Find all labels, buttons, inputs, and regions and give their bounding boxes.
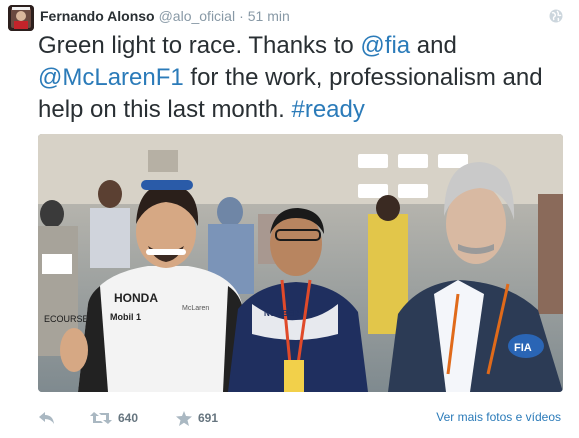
author-handle[interactable]: @alo_oficial <box>159 8 235 24</box>
banner-text: ECOURSE <box>44 314 89 324</box>
author-avatar[interactable] <box>8 5 34 31</box>
tweet-timestamp[interactable]: 51 min <box>248 8 290 24</box>
retweet-count: 640 <box>118 411 139 425</box>
tweet-photo[interactable]: ECOURSE HONDA Mobil 1 McLaren NUMBER FIA <box>38 134 563 392</box>
tweet-header: Fernando Alonso @alo_oficial · 51 min <box>40 7 290 25</box>
reply-button[interactable] <box>38 409 56 427</box>
mention-fia[interactable]: @fia <box>360 32 410 59</box>
avatar-image <box>8 5 34 31</box>
header-separator: · <box>239 8 244 24</box>
fia-logo-text: FIA <box>514 342 532 354</box>
retweet-icon <box>90 412 112 424</box>
honda-logo-text: HONDA <box>114 291 158 305</box>
mention-mclaren[interactable]: @McLarenF1 <box>38 64 184 91</box>
author-name[interactable]: Fernando Alonso <box>40 8 155 24</box>
globe-icon[interactable] <box>549 9 563 23</box>
tweet-text: Green light to race. Thanks to @fia and … <box>38 30 573 126</box>
retweet-button[interactable]: 640 <box>90 409 138 427</box>
mclaren-logo-text: McLaren <box>182 305 209 312</box>
mobil-logo-text: Mobil 1 <box>110 312 141 322</box>
hashtag-ready[interactable]: #ready <box>291 96 364 123</box>
star-icon <box>176 410 192 426</box>
photo-image: ECOURSE HONDA Mobil 1 McLaren NUMBER FIA <box>38 134 563 392</box>
number-shirt-text: NUMBER <box>264 309 299 318</box>
favorite-count: 691 <box>198 411 219 425</box>
tweet-text-part: and <box>410 32 457 59</box>
favorite-button[interactable]: 691 <box>176 409 218 427</box>
reply-icon <box>39 412 54 424</box>
tweet-text-part: Green light to race. Thanks to <box>38 32 361 59</box>
tweet-actions: 640 691 Ver mais fotos e vídeos <box>0 405 579 431</box>
more-media-link[interactable]: Ver mais fotos e vídeos <box>436 409 561 425</box>
